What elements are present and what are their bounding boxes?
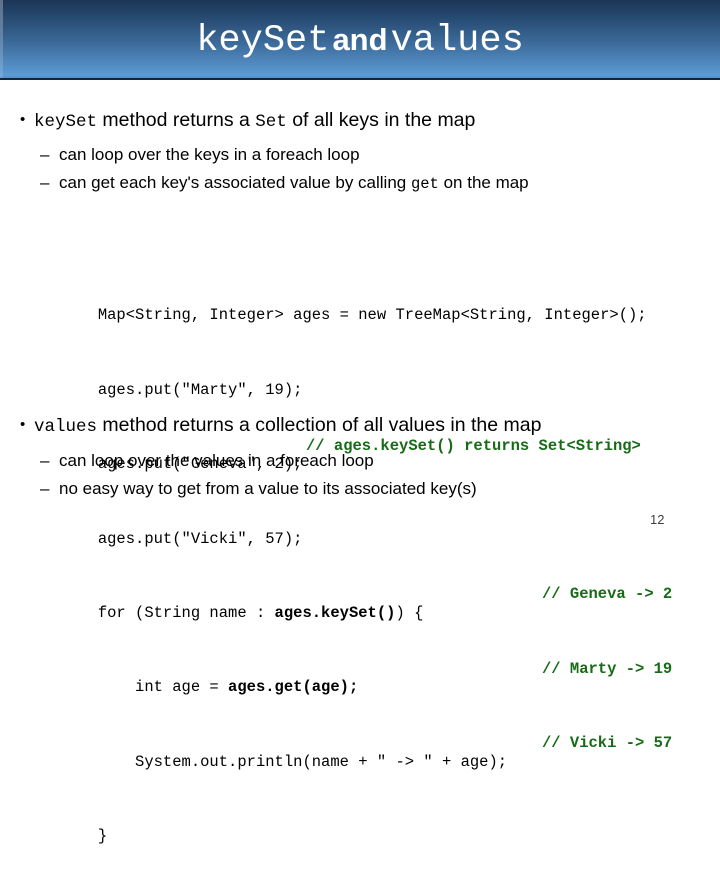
code-line: System.out.println(name + " -> " + age);…	[42, 734, 672, 771]
page-number: 12	[650, 512, 665, 527]
inline-code-set: Set	[255, 112, 287, 132]
code-text: for (String name :	[97, 603, 275, 622]
sub-bullet-get-value: – can get each key's associated value by …	[40, 172, 529, 195]
inline-code-values: values	[34, 417, 98, 437]
sub-bullet-dash-icon: –	[40, 479, 50, 498]
code-line: ages.put("Vicki", 57);	[42, 511, 647, 548]
code-block: Map<String, Integer> ages = new TreeMap<…	[42, 232, 672, 883]
bullet-text-b: of all keys in the map	[286, 109, 476, 131]
code-line: }	[42, 808, 647, 845]
sub-bullet-text: no easy way to get from a value to its a…	[59, 479, 477, 498]
code-text-bold: ages.keySet()	[274, 603, 396, 622]
page-title-part-keyset: keySet	[196, 20, 330, 62]
sub-bullet-text-tail: on the map	[438, 173, 529, 192]
slide-body: • keySet method returns a Set of all keys…	[0, 80, 720, 845]
code-text: }	[97, 827, 108, 845]
code-text: Map<String, Integer> ages = new TreeMap<…	[97, 306, 647, 325]
code-text: int age =	[97, 678, 229, 697]
code-comment: // Vicki -> 57	[542, 734, 673, 753]
code-text: ages.put("Marty", 19);	[97, 380, 303, 399]
code-comment: // Marty -> 19	[542, 659, 673, 678]
bullet-values-method: • values method returns a collection of a…	[20, 413, 541, 439]
code-comment: // Geneva -> 2	[542, 585, 673, 604]
slide-title-banner: keySetandvalues	[0, 0, 720, 80]
sub-bullet-loop-values: – can loop over the values in a foreach l…	[40, 450, 374, 472]
sub-bullet-dash-icon: –	[40, 451, 50, 470]
code-text: ages.put("Vicki", 57);	[97, 529, 303, 548]
sub-bullet-loop-keys: – can loop over the keys in a foreach loo…	[40, 144, 360, 166]
sub-bullet-no-reverse-lookup: – no easy way to get from a value to its …	[40, 478, 477, 500]
page-title-part-values: values	[390, 20, 524, 62]
code-text-bold: ages.get(age);	[228, 678, 359, 697]
inline-code-keyset: keySet	[34, 112, 98, 132]
sub-bullet-text: can get each key's associated value by c…	[59, 173, 411, 192]
bullet-text: method returns a collection of all value…	[97, 414, 542, 436]
sub-bullet-dash-icon: –	[40, 145, 50, 164]
inline-code-get: get	[410, 175, 439, 193]
code-line: ages.put("Marty", 19);	[42, 362, 647, 399]
sub-bullet-text: can loop over the values in a foreach lo…	[59, 451, 374, 470]
bullet-marker-icon: •	[20, 111, 26, 128]
code-text-tail: ) {	[395, 603, 424, 622]
page-title-part-and: and	[332, 22, 388, 57]
bullet-text-a: method returns a	[97, 109, 256, 131]
sub-bullet-dash-icon: –	[40, 173, 50, 192]
page-title: keySetandvalues	[0, 17, 720, 69]
bullet-keyset-method: • keySet method returns a Set of all keys…	[20, 108, 475, 134]
code-text: System.out.println(name + " -> " + age);	[97, 752, 508, 771]
code-line: int age = ages.get(age); // Marty -> 19	[42, 660, 672, 697]
sub-bullet-text: can loop over the keys in a foreach loop	[59, 145, 360, 164]
code-line: for (String name : ages.keySet()) { // Ge…	[42, 585, 672, 622]
bullet-marker-icon: •	[20, 416, 26, 433]
code-line: Map<String, Integer> ages = new TreeMap<…	[42, 288, 647, 324]
